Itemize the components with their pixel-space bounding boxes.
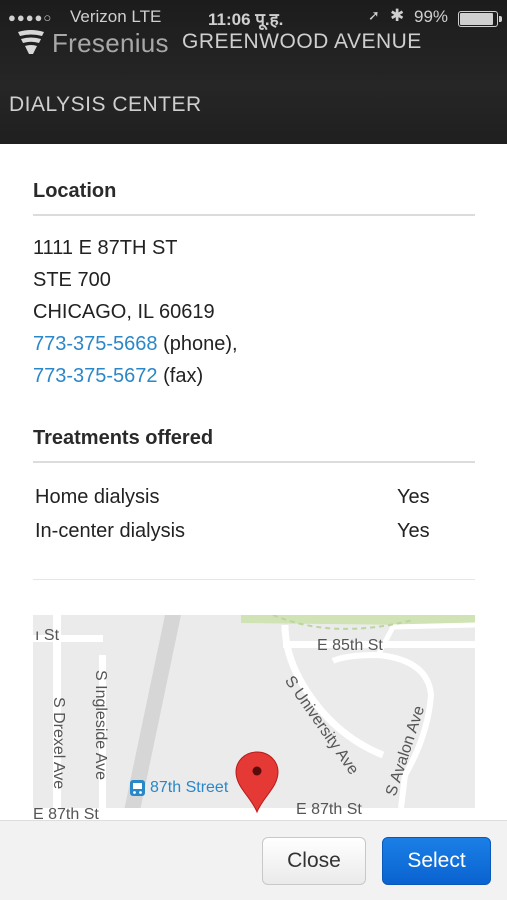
location-map[interactable]: ı St E 85th St S Ingleside Ave S Drexel …	[33, 615, 475, 825]
status-time: 11:06 पू.ह.	[208, 10, 284, 29]
treatment-row: In-center dialysis Yes	[35, 520, 435, 543]
divider	[33, 214, 475, 216]
map-label-station: 87th Street	[150, 779, 229, 796]
divider	[33, 461, 475, 463]
battery-percent: 99%	[414, 7, 449, 26]
bluetooth-icon: ✱	[390, 6, 405, 25]
logo-text: Fresenius	[52, 28, 169, 58]
map-label-street: ı St	[35, 627, 60, 644]
fax-link[interactable]: 773-375-5672	[33, 365, 158, 387]
page-title-line2: DIALYSIS CENTER	[9, 93, 202, 116]
phone-link[interactable]: 773-375-5668	[33, 333, 158, 355]
map-label-e85th: E 85th St	[317, 637, 383, 654]
treatment-row: Home dialysis Yes	[35, 486, 435, 509]
address-line2: STE 700	[33, 269, 111, 291]
side-road	[375, 622, 475, 657]
map-pin-icon	[235, 751, 279, 814]
treatment-name: In-center dialysis	[35, 520, 186, 542]
treatment-value: Yes	[397, 520, 430, 542]
location-arrow-icon: ➚	[368, 7, 380, 23]
signal-strength: ●●●●○	[8, 10, 53, 25]
treatment-name: Home dialysis	[35, 486, 160, 508]
fresenius-logo-icon	[18, 30, 44, 54]
divider	[33, 579, 475, 580]
select-button[interactable]: Select	[382, 837, 491, 885]
map-label-drexel: S Drexel Ave	[50, 697, 67, 790]
phone-suffix: (phone),	[157, 333, 238, 355]
map-label-e87th-right: E 87th St	[296, 801, 362, 818]
battery-icon	[458, 11, 502, 27]
address-line1: 1111 E 87TH ST	[33, 237, 178, 259]
status-bar: ●●●●○ Verizon LTE 11:06 पू.ह. ➚ ✱ 99%	[0, 6, 507, 30]
address-line3: CHICAGO, IL 60619	[33, 301, 215, 323]
action-bar: Close Select	[0, 820, 507, 900]
fax-suffix: (fax)	[157, 365, 204, 387]
carrier-label: Verizon LTE	[70, 7, 162, 26]
close-button[interactable]: Close	[262, 837, 366, 885]
phone-row: 773-375-5668 (phone),	[33, 333, 238, 356]
location-heading: Location	[33, 180, 117, 202]
page-title-line1: GREENWOOD AVENUE	[182, 30, 422, 53]
map-label-ingleside: S Ingleside Ave	[92, 670, 109, 781]
treatments-heading: Treatments offered	[33, 427, 214, 449]
fax-row: 773-375-5672 (fax)	[33, 365, 203, 388]
app-header: ●●●●○ Verizon LTE 11:06 पू.ह. ➚ ✱ 99% Fr…	[0, 0, 507, 144]
treatment-value: Yes	[397, 486, 430, 508]
